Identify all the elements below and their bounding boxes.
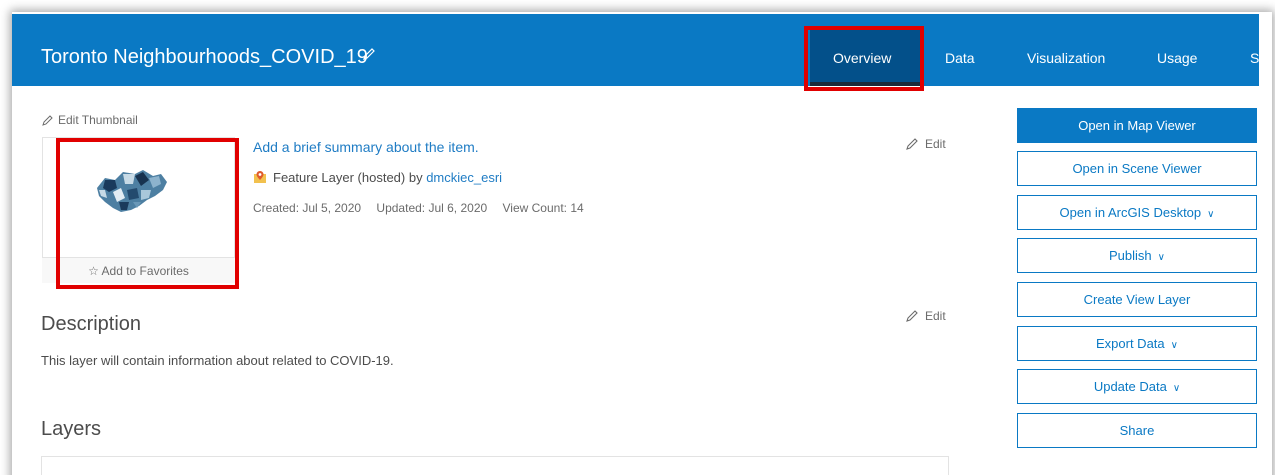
chevron-down-icon: ∨ [1207, 209, 1215, 220]
share-button[interactable]: Share [1017, 413, 1257, 448]
publish-label: Publish [1109, 248, 1152, 263]
open-in-arcgis-desktop-label: Open in ArcGIS Desktop [1059, 205, 1202, 220]
owner-link[interactable]: dmckiec_esri [426, 170, 502, 185]
tab-settings-truncated[interactable]: S [1250, 50, 1259, 66]
edit-title-pencil-icon[interactable] [362, 47, 376, 66]
chevron-down-icon: ∨ [1172, 383, 1181, 394]
feature-layer-icon [253, 170, 267, 187]
open-in-arcgis-desktop-button[interactable]: Open in ArcGIS Desktop ∨ [1017, 195, 1257, 230]
summary-placeholder-link[interactable]: Add a brief summary about the item. [253, 139, 479, 155]
export-data-button[interactable]: Export Data ∨ [1017, 326, 1257, 361]
item-metadata-line: Created: Jul 5, 2020 Updated: Jul 6, 202… [253, 201, 596, 215]
export-data-label: Export Data [1096, 336, 1165, 351]
pencil-icon [42, 115, 53, 126]
overview-tab-highlight-box [804, 26, 924, 91]
layers-panel [41, 456, 949, 475]
chevron-down-icon: ∨ [1170, 340, 1178, 351]
item-type-line: Feature Layer (hosted) by dmckiec_esri [253, 170, 502, 187]
description-text: This layer will contain information abou… [41, 353, 394, 368]
edit-summary-link[interactable]: Edit [905, 137, 946, 151]
publish-button[interactable]: Publish ∨ [1017, 238, 1257, 273]
chevron-down-icon: ∨ [1157, 252, 1165, 263]
tab-usage[interactable]: Usage [1157, 50, 1197, 66]
edit-description-link[interactable]: Edit [905, 309, 946, 323]
description-heading: Description [41, 313, 142, 335]
tab-visualization[interactable]: Visualization [1027, 50, 1105, 66]
edit-thumbnail-label: Edit Thumbnail [58, 113, 138, 127]
update-data-button[interactable]: Update Data ∨ [1017, 369, 1257, 404]
item-type-label: Feature Layer (hosted) by [273, 170, 423, 185]
tab-data[interactable]: Data [945, 50, 975, 66]
thumbnail-highlight-box [56, 138, 239, 289]
layers-heading: Layers [41, 418, 102, 440]
view-count: View Count: 14 [502, 201, 584, 215]
open-in-map-viewer-button[interactable]: Open in Map Viewer [1017, 108, 1257, 143]
created-date: Created: Jul 5, 2020 [253, 201, 362, 215]
edit-summary-label: Edit [925, 137, 946, 151]
update-data-label: Update Data [1093, 379, 1167, 394]
updated-date: Updated: Jul 6, 2020 [376, 201, 488, 215]
pencil-icon [906, 138, 918, 150]
edit-description-label: Edit [925, 309, 946, 323]
create-view-layer-button[interactable]: Create View Layer [1017, 282, 1257, 317]
pencil-icon [906, 310, 918, 322]
open-in-scene-viewer-button[interactable]: Open in Scene Viewer [1017, 151, 1257, 186]
edit-thumbnail-link[interactable]: Edit Thumbnail [42, 113, 138, 127]
item-title: Toronto Neighbourhoods_COVID_19 [41, 46, 368, 68]
